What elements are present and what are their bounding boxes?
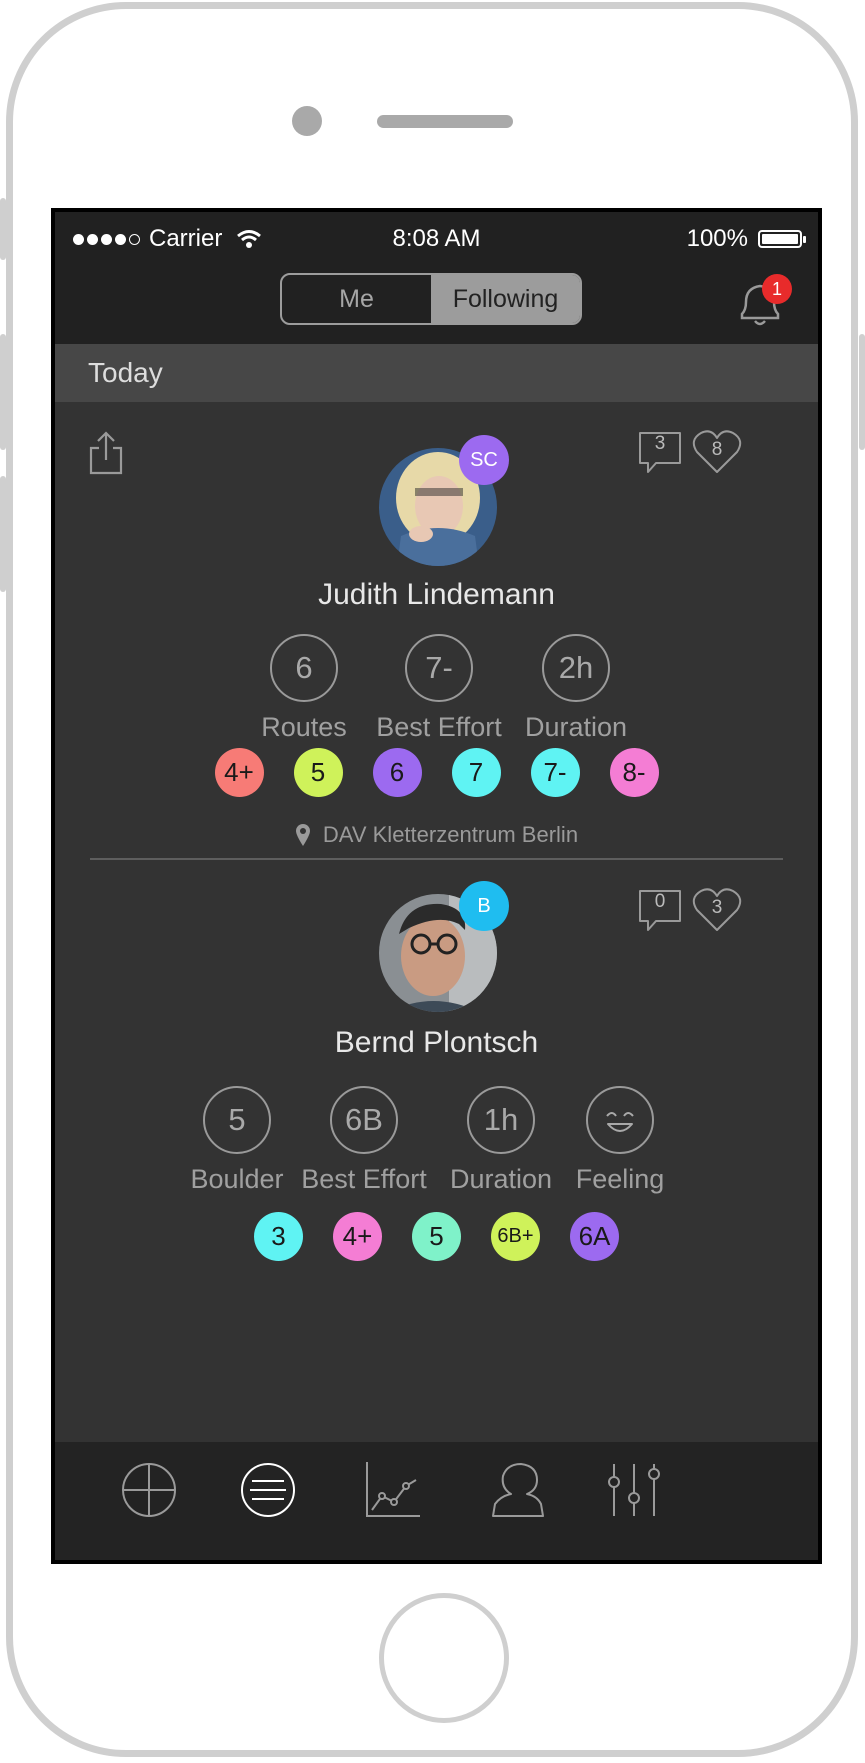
battery-percent: 100% xyxy=(686,225,748,252)
notification-badge: 1 xyxy=(762,274,792,304)
grade-chip: 5 xyxy=(412,1212,461,1261)
me-following-toggle[interactable]: Me Following xyxy=(280,273,582,325)
activity-card[interactable]: 3 8 SC Judith Lindemann 6 Routes 7- Best… xyxy=(55,402,818,892)
stat-best-effort: 6B Best Effort xyxy=(289,1086,439,1195)
earpiece-speaker xyxy=(377,115,513,128)
user-initials-badge: SC xyxy=(459,435,509,485)
tab-bar xyxy=(55,1442,818,1560)
comment-count: 3 xyxy=(654,433,666,454)
feed-icon[interactable] xyxy=(238,1460,298,1520)
stat-label: Best Effort xyxy=(376,712,502,742)
home-button[interactable] xyxy=(379,1593,509,1723)
stat-feeling: Feeling xyxy=(545,1086,695,1195)
location-pin-icon xyxy=(295,824,310,846)
volume-down-button xyxy=(0,476,6,592)
like-button[interactable]: 8 xyxy=(691,428,743,476)
location-name: DAV Kletterzentrum Berlin xyxy=(322,822,579,847)
stat-label: Duration xyxy=(524,712,628,742)
like-button[interactable]: 3 xyxy=(691,886,743,934)
grade-list: 3 4+ 5 6B+ 6A xyxy=(55,1212,818,1261)
grade-chip: 5 xyxy=(293,748,343,797)
location[interactable]: DAV Kletterzentrum Berlin xyxy=(55,822,818,848)
section-header-today: Today xyxy=(55,344,818,402)
share-icon[interactable] xyxy=(87,430,125,476)
like-count: 8 xyxy=(711,439,723,460)
grade-chip: 7 xyxy=(451,748,501,797)
stat-value: 5 xyxy=(203,1086,271,1154)
card-divider xyxy=(90,858,783,860)
stat-duration: 2h Duration xyxy=(501,634,651,743)
stat-value: 1h xyxy=(467,1086,535,1154)
user-initials-badge: B xyxy=(459,881,509,931)
user-name[interactable]: Bernd Plontsch xyxy=(55,1026,818,1060)
stat-value xyxy=(586,1086,654,1154)
power-button xyxy=(859,334,865,450)
grade-chip: 6A xyxy=(570,1212,619,1261)
mute-switch xyxy=(0,198,6,260)
grade-chip: 8- xyxy=(609,748,659,797)
add-icon[interactable] xyxy=(119,1460,179,1520)
comment-button[interactable]: 3 xyxy=(636,430,684,476)
front-camera xyxy=(292,106,322,136)
comment-count: 0 xyxy=(654,891,666,912)
profile-icon[interactable] xyxy=(487,1460,547,1520)
stat-label: Best Effort xyxy=(301,1164,427,1194)
stat-value: 7- xyxy=(405,634,473,702)
activity-feed: 3 8 SC Judith Lindemann 6 Routes 7- Best… xyxy=(55,402,818,1442)
stat-value: 6B xyxy=(330,1086,398,1154)
battery-status: 100% xyxy=(686,225,806,253)
grade-list: 4+ 5 6 7 7- 8- xyxy=(55,748,818,797)
stat-value: 2h xyxy=(542,634,610,702)
grade-chip: 6 xyxy=(372,748,422,797)
stat-routes: 6 Routes xyxy=(229,634,379,743)
stat-label: Feeling xyxy=(575,1164,665,1194)
app-screen: Carrier 8:08 AM 100% Me Following 1 Toda… xyxy=(51,208,822,1564)
user-name[interactable]: Judith Lindemann xyxy=(55,578,818,612)
like-count: 3 xyxy=(711,897,723,918)
segment-me[interactable]: Me xyxy=(282,275,431,323)
activity-card[interactable]: 0 3 B Bernd Plontsch 5 Boulder 6B Best E… xyxy=(55,872,818,1442)
comment-button[interactable]: 0 xyxy=(636,888,684,934)
stat-best-effort: 7- Best Effort xyxy=(364,634,514,743)
smile-icon xyxy=(606,1112,634,1132)
segment-following[interactable]: Following xyxy=(431,275,580,323)
settings-sliders-icon[interactable] xyxy=(604,1460,664,1520)
stat-value: 6 xyxy=(270,634,338,702)
grade-chip: 6B+ xyxy=(491,1212,540,1261)
chart-icon[interactable] xyxy=(362,1460,422,1520)
grade-chip: 7- xyxy=(530,748,580,797)
grade-chip: 4+ xyxy=(214,748,264,797)
grade-chip: 4+ xyxy=(333,1212,382,1261)
status-bar: Carrier 8:08 AM 100% xyxy=(55,212,818,266)
grade-chip: 3 xyxy=(254,1212,303,1261)
volume-up-button xyxy=(0,334,6,450)
stat-label: Routes xyxy=(261,712,347,742)
battery-icon xyxy=(758,230,806,248)
